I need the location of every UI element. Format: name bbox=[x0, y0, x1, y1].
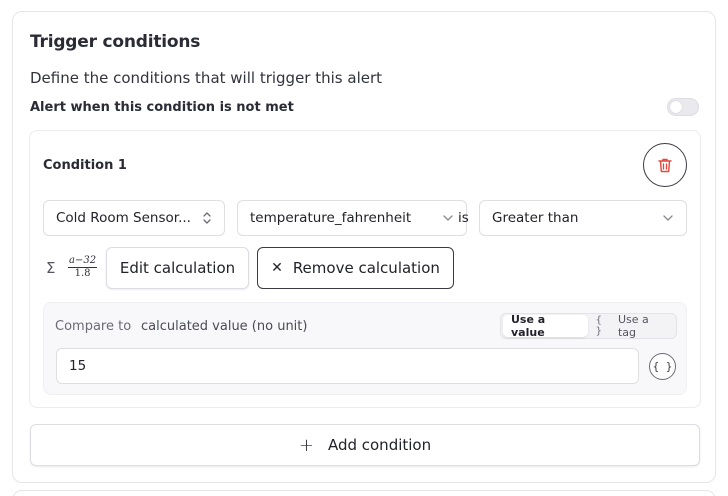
toggle-knob bbox=[670, 101, 682, 113]
use-tag-tab[interactable]: { } Use a tag bbox=[588, 313, 676, 339]
not-met-label: Alert when this condition is not met bbox=[30, 100, 294, 115]
chevron-down-icon bbox=[443, 215, 453, 221]
compare-label: Compare to bbox=[55, 319, 132, 334]
close-icon: ✕ bbox=[271, 260, 283, 276]
use-value-tab[interactable]: Use a value bbox=[503, 313, 588, 339]
sigma-icon: Σ bbox=[46, 259, 56, 277]
remove-calculation-button[interactable]: ✕ Remove calculation bbox=[257, 247, 454, 289]
add-condition-button[interactable]: + Add condition bbox=[30, 424, 700, 466]
source-select[interactable]: Cold Room Sensor... bbox=[43, 200, 225, 236]
not-met-toggle[interactable] bbox=[667, 98, 699, 116]
section-title: Trigger conditions bbox=[30, 32, 201, 52]
edit-calculation-label: Edit calculation bbox=[119, 259, 236, 277]
field-select[interactable]: temperature_fahrenheit bbox=[237, 200, 467, 236]
compare-section: Compare to calculated value (no unit) Us… bbox=[43, 302, 687, 395]
remove-calculation-label: Remove calculation bbox=[292, 259, 440, 277]
edit-calculation-button[interactable]: Edit calculation bbox=[106, 247, 249, 289]
condition-title: Condition 1 bbox=[43, 158, 127, 173]
chevron-down-icon bbox=[663, 215, 673, 221]
calculation-formula: a−32 1.8 bbox=[68, 255, 98, 280]
braces-icon: { } bbox=[595, 315, 602, 337]
add-condition-label: Add condition bbox=[327, 436, 432, 454]
insert-tag-button[interactable]: { } bbox=[649, 353, 676, 380]
operator-select-value: Greater than bbox=[492, 210, 579, 226]
trash-icon bbox=[658, 158, 672, 172]
chevron-up-down-icon bbox=[203, 212, 211, 224]
delete-condition-button[interactable] bbox=[643, 143, 687, 187]
use-tag-label: Use a tag bbox=[617, 313, 649, 339]
field-select-value: temperature_fahrenheit bbox=[250, 210, 412, 226]
condition-card: Condition 1 Cold Room Sensor... temperat… bbox=[29, 130, 701, 408]
compare-value-text: 15 bbox=[69, 358, 87, 374]
plus-icon: + bbox=[298, 434, 314, 456]
compare-mode-toggle: Use a value { } Use a tag bbox=[500, 313, 677, 339]
compare-value-input[interactable]: 15 bbox=[56, 348, 639, 384]
formula-denominator: 1.8 bbox=[74, 268, 91, 279]
braces-icon: { } bbox=[652, 360, 673, 373]
operator-select[interactable]: Greater than bbox=[479, 200, 687, 236]
section-description: Define the conditions that will trigger … bbox=[30, 69, 383, 87]
trigger-conditions-panel: Trigger conditions Define the conditions… bbox=[12, 11, 716, 483]
source-select-value: Cold Room Sensor... bbox=[56, 210, 191, 226]
is-label: is bbox=[458, 210, 469, 226]
compare-value-label: calculated value (no unit) bbox=[141, 319, 308, 334]
next-panel-edge bbox=[12, 490, 716, 496]
formula-numerator: a−32 bbox=[68, 255, 98, 268]
